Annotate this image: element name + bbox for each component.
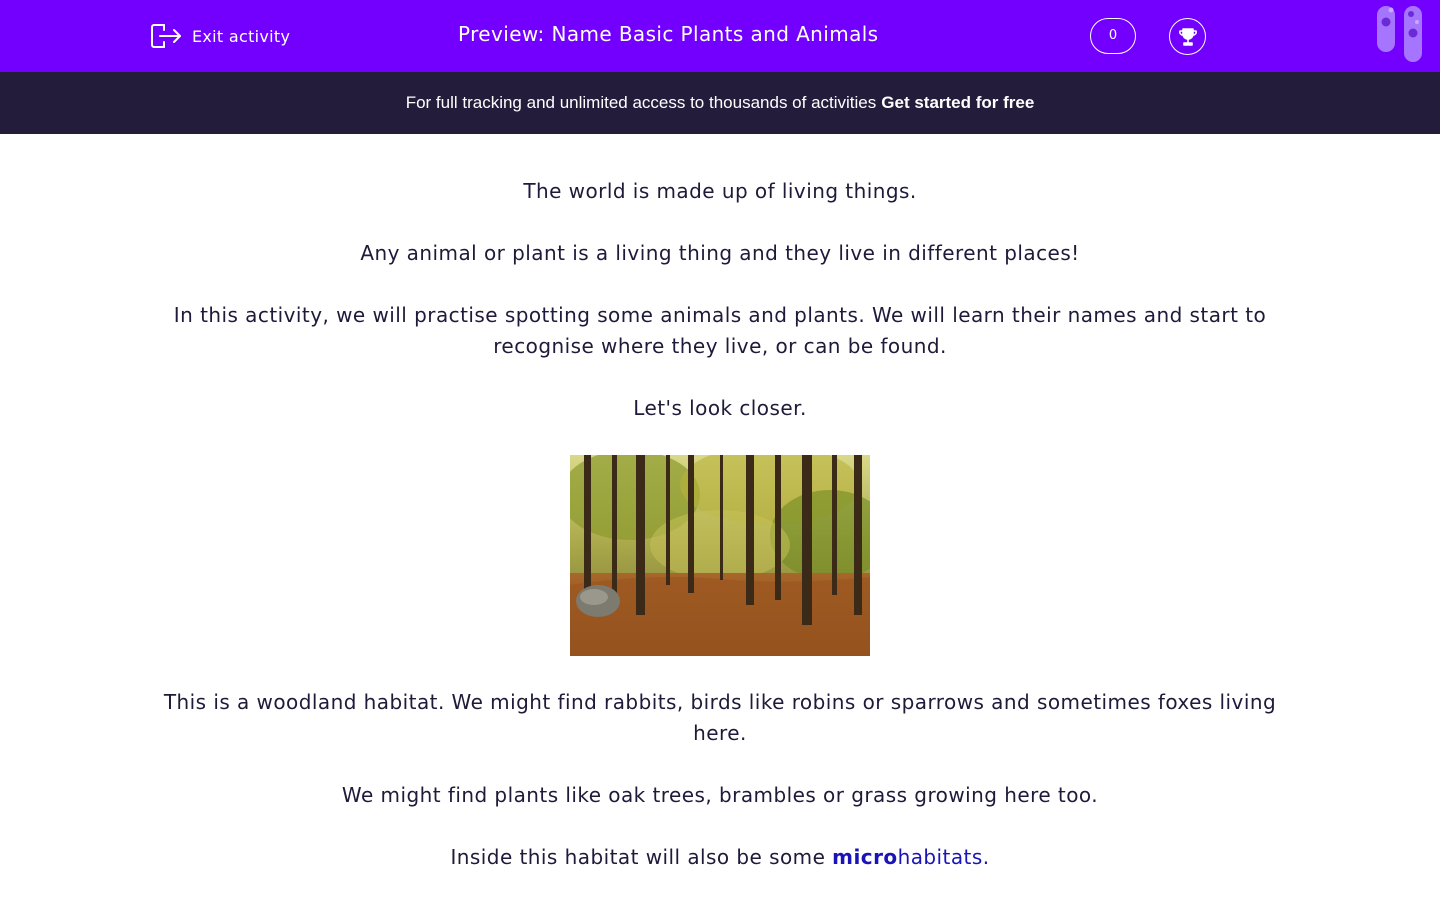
test-tubes-icon (1372, 0, 1432, 72)
exit-label: Exit activity (192, 26, 291, 46)
signup-banner: For full tracking and unlimited access t… (0, 72, 1440, 134)
microhabitat-paragraph: Inside this habitat will also be some mi… (140, 842, 1300, 873)
get-started-link[interactable]: Get started for free (881, 93, 1034, 113)
micro-bold: micro (832, 845, 898, 869)
microhabitats-term: microhabitats. (832, 845, 989, 869)
trophy-button[interactable] (1169, 18, 1206, 55)
plants-paragraph: We might find plants like oak trees, bra… (341, 783, 1099, 807)
banner-text: For full tracking and unlimited access t… (405, 93, 877, 112)
microhabitats-rest: habitats. (897, 845, 990, 869)
trophy-icon (1176, 25, 1200, 49)
woodland-image (570, 455, 870, 656)
exit-activity-button[interactable]: Exit activity (150, 20, 290, 52)
microhabitat-prefix: Inside this habitat will also be some (450, 845, 833, 869)
top-bar: Exit activity Preview: Name Basic Plants… (0, 0, 1440, 72)
habitat-paragraph: This is a woodland habitat. We might fin… (163, 690, 1277, 745)
intro-paragraph-2: Any animal or plant is a living thing an… (360, 241, 1080, 265)
intro-paragraph-4: Let's look closer. (633, 396, 807, 420)
intro-paragraph-1: The world is made up of living things. (523, 179, 917, 203)
activity-content: The world is made up of living things. A… (140, 176, 1300, 904)
score-badge: 0 (1090, 18, 1136, 54)
intro-paragraph-3: In this activity, we will practise spott… (173, 303, 1267, 358)
exit-icon (150, 22, 182, 50)
page-title: Preview: Name Basic Plants and Animals (458, 22, 879, 46)
